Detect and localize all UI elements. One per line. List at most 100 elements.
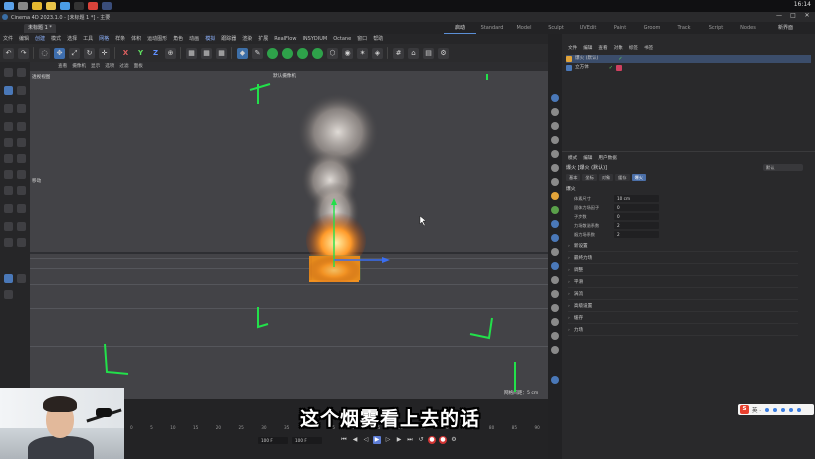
- tab-basic[interactable]: 基本: [566, 174, 581, 181]
- close-button[interactable]: ✕: [800, 12, 814, 19]
- tab-layout-nodes[interactable]: Nodes: [732, 22, 764, 34]
- group-smoothing[interactable]: 平滑: [568, 278, 798, 288]
- go-to-start-icon[interactable]: ⏮: [340, 436, 348, 444]
- tab-layout-groom[interactable]: Groom: [636, 22, 668, 34]
- group-adjust[interactable]: 调整: [568, 266, 798, 276]
- extrude-icon[interactable]: [17, 122, 26, 131]
- ime-mode-label[interactable]: 英 ·: [752, 406, 761, 414]
- grid-icon[interactable]: #: [393, 47, 404, 59]
- menu-animate[interactable]: 动画: [189, 34, 199, 44]
- frame-end-field[interactable]: 100 F: [258, 437, 288, 444]
- polygon-mode-icon[interactable]: [4, 138, 13, 147]
- select-icon[interactable]: ◌: [39, 47, 50, 59]
- edge-mode-icon[interactable]: [4, 122, 13, 131]
- camera-icon[interactable]: ◉: [342, 47, 353, 59]
- menu-tracker[interactable]: 跟踪器: [221, 34, 236, 44]
- autokey-icon[interactable]: ●: [439, 436, 447, 444]
- field-input[interactable]: 2: [614, 231, 659, 238]
- field-icon[interactable]: [312, 47, 323, 59]
- group-final-force[interactable]: 最终力场: [568, 254, 798, 264]
- ime-skin-icon[interactable]: [789, 407, 793, 412]
- om-menu-tags[interactable]: 标签: [629, 44, 638, 53]
- node-editor-icon[interactable]: [551, 332, 559, 340]
- am-menu-mode[interactable]: 模式: [568, 154, 577, 163]
- cloner-icon[interactable]: [282, 47, 293, 59]
- snap-mode-icon[interactable]: [4, 186, 13, 195]
- om-menu-file[interactable]: 文件: [568, 44, 577, 53]
- field-input[interactable]: 2: [614, 222, 659, 229]
- tab-layout-track[interactable]: Track: [668, 22, 700, 34]
- menu-select[interactable]: 选择: [67, 34, 77, 44]
- scene-nodes-icon[interactable]: [551, 220, 559, 228]
- paint-icon[interactable]: [17, 274, 26, 283]
- menu-tools[interactable]: 工具: [83, 34, 93, 44]
- subdivision-surface-icon[interactable]: [267, 47, 278, 59]
- menu-mograph[interactable]: 运动图形: [147, 34, 167, 44]
- menu-character[interactable]: 角色: [173, 34, 183, 44]
- axis-y-lock-button[interactable]: Y: [135, 48, 146, 59]
- picture-viewer-icon[interactable]: [551, 318, 559, 326]
- field-input[interactable]: 0: [614, 204, 659, 211]
- scale-tool-icon[interactable]: ⤢: [69, 47, 80, 59]
- menu-extensions[interactable]: 扩展: [258, 34, 268, 44]
- layers-icon[interactable]: [551, 122, 559, 130]
- settings-icon[interactable]: ⚙: [438, 47, 449, 59]
- maximize-button[interactable]: □: [786, 12, 800, 19]
- keyframe-settings-icon[interactable]: ⚙: [450, 436, 458, 444]
- ime-keyboard-icon[interactable]: [781, 407, 785, 412]
- am-menu-user-data[interactable]: 用户数据: [598, 154, 616, 163]
- tab-layout-uvedit[interactable]: UVEdit: [572, 22, 604, 34]
- mirror-icon[interactable]: [17, 186, 26, 195]
- menu-spline[interactable]: 样条: [115, 34, 125, 44]
- visibility-check-icon[interactable]: ✓: [609, 64, 613, 72]
- render-view-icon[interactable]: ▦: [186, 47, 197, 59]
- ime-punctuation-icon[interactable]: [765, 407, 769, 412]
- tab-layout-model[interactable]: Model: [508, 22, 540, 34]
- menu-octane[interactable]: Octane: [333, 34, 351, 44]
- light-icon[interactable]: ✶: [357, 47, 368, 59]
- grid-toggle-icon[interactable]: [4, 274, 13, 283]
- menu-file[interactable]: 文件: [3, 34, 13, 44]
- minimize-button[interactable]: —: [772, 12, 786, 19]
- loop-select-icon[interactable]: [17, 138, 26, 147]
- deformer-icon[interactable]: [297, 47, 308, 59]
- previous-frame-icon[interactable]: ◁: [362, 436, 370, 444]
- chrome-icon[interactable]: [32, 2, 42, 10]
- browser-icon[interactable]: [60, 2, 70, 10]
- object-row-pyro[interactable]: 爆火 (默认) ✓: [566, 55, 811, 63]
- point-mode-icon[interactable]: [4, 104, 13, 113]
- snap-settings-icon[interactable]: [551, 376, 559, 384]
- attribute-dropdown[interactable]: 默认: [763, 164, 803, 171]
- menu-render[interactable]: 渲染: [242, 34, 252, 44]
- script-manager-icon[interactable]: [551, 346, 559, 354]
- menu-realflow[interactable]: RealFlow: [274, 34, 296, 44]
- xparticles-icon[interactable]: [551, 206, 559, 214]
- menu-mode[interactable]: 模式: [51, 34, 61, 44]
- ime-voice-icon[interactable]: [773, 407, 777, 412]
- tab-cache[interactable]: 缓存: [615, 174, 630, 181]
- field-input[interactable]: 10 cm: [614, 195, 659, 202]
- tag-icon[interactable]: ◈: [372, 47, 383, 59]
- scene-icon[interactable]: ⬡: [327, 47, 338, 59]
- go-to-end-icon[interactable]: ⏭: [406, 436, 414, 444]
- menu-window[interactable]: 窗口: [357, 34, 367, 44]
- group-vorticity[interactable]: 涡流: [568, 290, 798, 300]
- previous-key-icon[interactable]: ◀: [351, 436, 359, 444]
- model-mode-icon[interactable]: [4, 68, 13, 77]
- field-input[interactable]: 0: [614, 213, 659, 220]
- render-picture-viewer-icon[interactable]: ▦: [201, 47, 212, 59]
- material-icon[interactable]: [551, 178, 559, 186]
- document-tab[interactable]: 未标题 1 *: [24, 24, 56, 33]
- cinema4d-taskbar-icon[interactable]: [102, 2, 112, 10]
- object-row-cube[interactable]: 立方体 ✓: [566, 64, 811, 72]
- record-icon[interactable]: ●: [428, 436, 436, 444]
- new-layout-button[interactable]: 新界面: [778, 24, 793, 32]
- tab-layout-standard[interactable]: Standard: [476, 22, 508, 34]
- tab-layout-sculpt[interactable]: Sculpt: [540, 22, 572, 34]
- attribute-icon[interactable]: [551, 248, 559, 256]
- file-explorer-icon[interactable]: [46, 2, 56, 10]
- slide-icon[interactable]: [17, 238, 26, 247]
- tab-object[interactable]: 对象: [598, 174, 614, 181]
- axis-x-lock-button[interactable]: X: [120, 48, 131, 59]
- next-key-icon[interactable]: ▶: [395, 436, 403, 444]
